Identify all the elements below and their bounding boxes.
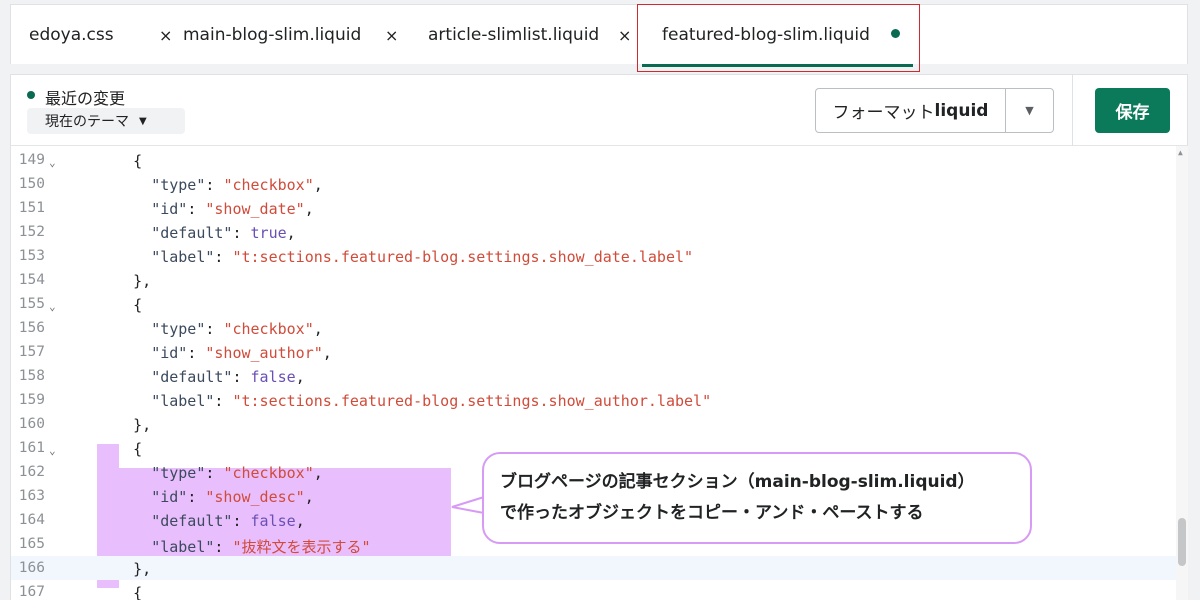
line-number: 157 (18, 344, 45, 360)
unsaved-dot-icon (891, 29, 900, 38)
code-line[interactable]: 150 "type": "checkbox", (11, 172, 1177, 196)
fold-chevron-icon[interactable]: ⌄ (49, 156, 56, 169)
line-number: 155 (18, 296, 45, 312)
code-text: }, (97, 416, 152, 434)
line-number: 167 (18, 584, 45, 600)
code-line[interactable]: 160 }, (11, 412, 1177, 436)
annotation-callout: ブログページの記事セクション（main-blog-slim.liquid） で作… (482, 452, 1032, 544)
code-line[interactable]: 167 { (11, 580, 1177, 600)
code-line[interactable]: 153 "label": "t:sections.featured-blog.s… (11, 244, 1177, 268)
close-icon[interactable]: × (159, 26, 172, 45)
active-tab-indicator (642, 64, 913, 67)
code-line[interactable]: 157 "id": "show_author", (11, 340, 1177, 364)
line-number: 154 (18, 272, 45, 288)
line-number: 165 (18, 536, 45, 552)
save-button[interactable]: 保存 (1095, 88, 1170, 133)
recent-changes-label: 最近の変更 (45, 89, 126, 108)
vertical-scrollbar[interactable]: ▲ (1176, 146, 1188, 600)
format-bold: liquid (934, 100, 989, 121)
code-text: "type": "checkbox", (151, 320, 323, 338)
line-number: 159 (18, 392, 45, 408)
tab-label: edoya.css (29, 25, 114, 45)
tab-article-slimlist[interactable]: article-slimlist.liquid × (428, 5, 631, 65)
code-text: { (97, 152, 143, 170)
tab-featured-blog-slim[interactable]: featured-blog-slim.liquid (637, 4, 920, 72)
tab-label: main-blog-slim.liquid (183, 25, 362, 45)
code-line[interactable]: 152 "default": true, (11, 220, 1177, 244)
tab-edoya-css[interactable]: edoya.css × (29, 5, 172, 65)
format-prefix: フォーマット (832, 103, 935, 123)
code-text: "label": "t:sections.featured-blog.setti… (151, 248, 694, 266)
line-number: 151 (18, 200, 45, 216)
scroll-up-icon[interactable]: ▲ (1178, 148, 1183, 157)
code-text: "type": "checkbox", (151, 176, 323, 194)
editor-header: 最近の変更 現在のテーマ ▼ フォーマット liquid ▼ 保存 (10, 74, 1188, 147)
fold-chevron-icon[interactable]: ⌄ (49, 300, 56, 313)
status-dot-icon (27, 91, 35, 99)
line-number: 166 (18, 560, 45, 576)
code-line[interactable]: 156 "type": "checkbox", (11, 316, 1177, 340)
tab-main-blog-slim[interactable]: main-blog-slim.liquid × (183, 5, 398, 65)
code-text: { (97, 584, 143, 600)
code-line[interactable]: 155 ⌄ { (11, 292, 1177, 316)
code-text: "id": "show_desc", (151, 488, 314, 506)
code-text: "label": "t:sections.featured-blog.setti… (151, 392, 712, 410)
caret-down-icon: ▼ (139, 115, 147, 127)
theme-selector[interactable]: 現在のテーマ ▼ (27, 108, 185, 134)
code-text: { (97, 296, 143, 314)
code-text: }, (97, 272, 152, 290)
tab-bar: edoya.css × main-blog-slim.liquid × arti… (10, 4, 1188, 72)
line-number: 152 (18, 224, 45, 240)
close-icon[interactable]: × (618, 26, 631, 45)
code-line[interactable]: 158 "default": false, (11, 364, 1177, 388)
fold-chevron-icon[interactable]: ⌄ (49, 444, 56, 457)
code-line[interactable]: 151 "id": "show_date", (11, 196, 1177, 220)
code-text: }, (97, 560, 152, 578)
line-number: 149 (18, 152, 45, 168)
code-text: "id": "show_date", (151, 200, 314, 218)
format-liquid-button[interactable]: フォーマット liquid ▼ (815, 88, 1054, 133)
code-line[interactable]: 166 }, (11, 556, 1177, 580)
code-text: { (97, 440, 143, 458)
code-text: "default": false, (151, 512, 305, 530)
line-number: 158 (18, 368, 45, 384)
theme-selector-label: 現在のテーマ (45, 114, 129, 130)
close-icon[interactable]: × (385, 26, 398, 45)
line-number: 163 (18, 488, 45, 504)
tab-label: article-slimlist.liquid (428, 25, 600, 45)
line-number: 156 (18, 320, 45, 336)
dropdown-arrow-icon[interactable]: ▼ (1006, 104, 1053, 117)
callout-line-1: ブログページの記事セクション（main-blog-slim.liquid） (500, 472, 975, 492)
line-number: 150 (18, 176, 45, 192)
divider (1072, 75, 1073, 147)
callout-line-2: で作ったオブジェクトをコピー・アンド・ペーストする (500, 503, 924, 523)
line-number: 161 (18, 440, 45, 456)
line-number: 162 (18, 464, 45, 480)
code-text: "default": false, (151, 368, 305, 386)
format-button-label[interactable]: フォーマット liquid (816, 89, 1006, 132)
line-number: 153 (18, 248, 45, 264)
code-text: "type": "checkbox", (151, 464, 323, 482)
code-line[interactable]: 154 }, (11, 268, 1177, 292)
code-text: "label": "抜粋文を表示する" (151, 538, 371, 556)
line-number: 160 (18, 416, 45, 432)
code-text: "id": "show_author", (151, 344, 332, 362)
line-number: 164 (18, 512, 45, 528)
tab-label: featured-blog-slim.liquid (662, 25, 870, 45)
scroll-thumb[interactable] (1178, 518, 1186, 566)
code-line[interactable]: 159 "label": "t:sections.featured-blog.s… (11, 388, 1177, 412)
code-line[interactable]: 149 ⌄ { (11, 148, 1177, 172)
code-text: "default": true, (151, 224, 296, 242)
